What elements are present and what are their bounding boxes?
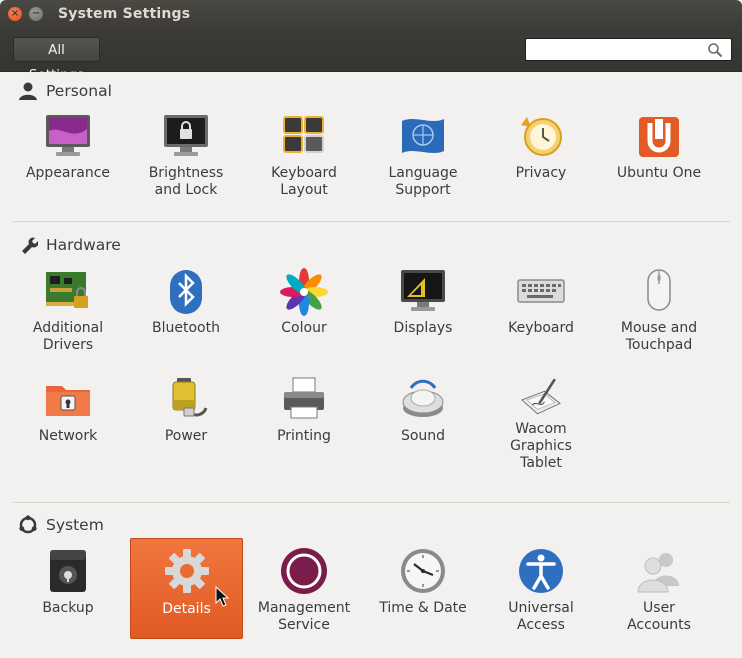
- item-sound[interactable]: Sound: [364, 372, 482, 472]
- printer-icon: [284, 377, 324, 419]
- all-settings-button[interactable]: All Settings: [13, 37, 100, 83]
- section-personal: Personal: [17, 79, 112, 103]
- minimize-button[interactable]: −: [29, 7, 43, 21]
- item-label: Displays: [393, 320, 453, 336]
- keyboard-icon: [517, 279, 565, 303]
- search-input[interactable]: [529, 40, 708, 61]
- item-time-date[interactable]: Time & Date: [364, 544, 482, 644]
- item-label: Backup: [42, 600, 94, 616]
- item-wacom[interactable]: Wacom Graphics Tablet: [482, 372, 600, 472]
- item-power[interactable]: Power: [127, 372, 245, 472]
- item-keyboard[interactable]: Keyboard: [482, 264, 600, 364]
- mouse-icon: [647, 269, 671, 311]
- item-label: Printing: [277, 428, 331, 444]
- item-colour[interactable]: Colour: [245, 264, 363, 364]
- bluetooth-icon: [170, 270, 202, 314]
- item-bluetooth[interactable]: Bluetooth: [127, 264, 245, 364]
- person-icon: [17, 80, 39, 102]
- item-label: Keyboard Layout: [271, 165, 337, 198]
- item-label: Additional Drivers: [32, 320, 104, 353]
- item-universal-access[interactable]: Universal Access: [482, 544, 600, 644]
- item-keyboard-layout[interactable]: Keyboard Layout: [245, 109, 363, 209]
- item-label: Mouse and Touchpad: [620, 320, 698, 353]
- network-icon: [46, 386, 90, 416]
- settings-content: Personal Appearance Brightness and Lock: [0, 72, 742, 658]
- sound-icon: [402, 379, 444, 417]
- language-support-icon: [402, 119, 444, 153]
- ubuntu-one-icon: [639, 117, 679, 157]
- item-label: Bluetooth: [152, 320, 220, 336]
- item-label: Language Support: [388, 165, 458, 198]
- title-bar: × − System Settings: [0, 0, 742, 29]
- accessibility-icon: [519, 549, 563, 593]
- item-management-service[interactable]: Management Service: [245, 544, 363, 644]
- section-system: System: [17, 513, 104, 537]
- item-label: User Accounts: [627, 600, 691, 633]
- item-privacy[interactable]: Privacy: [482, 109, 600, 209]
- item-label: Management Service: [257, 600, 351, 633]
- users-icon: [637, 553, 679, 593]
- item-appearance[interactable]: Appearance: [9, 109, 127, 209]
- appearance-icon: [46, 115, 90, 156]
- toolbar: All Settings: [0, 29, 742, 83]
- item-network[interactable]: Network: [9, 372, 127, 472]
- item-label: Keyboard: [508, 320, 574, 336]
- window-title: System Settings: [58, 6, 191, 22]
- item-label: Universal Access: [508, 600, 574, 633]
- section-hardware: Hardware: [17, 233, 121, 257]
- section-label: System: [46, 516, 104, 534]
- item-label: Wacom Graphics Tablet: [510, 421, 572, 471]
- close-icon: ×: [10, 8, 20, 19]
- displays-icon: [401, 270, 445, 311]
- keyboard-layout-icon: [283, 116, 324, 153]
- search-icon[interactable]: [707, 42, 723, 58]
- mouse-pointer-icon: [215, 586, 230, 607]
- gear-icon: [164, 549, 209, 593]
- section-label: Hardware: [46, 236, 121, 254]
- item-displays[interactable]: Displays: [364, 264, 482, 364]
- landscape-icon: [281, 548, 327, 594]
- item-label: Power: [164, 428, 208, 444]
- section-label: Personal: [46, 82, 112, 100]
- item-printing[interactable]: Printing: [245, 372, 363, 472]
- wacom-tablet-icon: [520, 378, 562, 415]
- brightness-lock-icon: [164, 115, 208, 156]
- search-box[interactable]: [525, 38, 732, 61]
- item-label: Ubuntu One: [616, 165, 702, 181]
- close-button[interactable]: ×: [8, 7, 22, 21]
- item-language-support[interactable]: Language Support: [364, 109, 482, 209]
- item-mouse-touchpad[interactable]: Mouse and Touchpad: [600, 264, 718, 364]
- item-label: Sound: [400, 428, 446, 444]
- item-backup[interactable]: Backup: [9, 544, 127, 644]
- additional-drivers-icon: [46, 272, 88, 308]
- system-icon: [17, 514, 39, 536]
- item-ubuntu-one[interactable]: Ubuntu One: [600, 109, 718, 209]
- item-label: Colour: [281, 320, 327, 336]
- wrench-icon: [17, 234, 39, 256]
- item-user-accounts[interactable]: User Accounts: [600, 544, 718, 644]
- item-label: Network: [38, 428, 98, 444]
- separator: [13, 221, 730, 222]
- power-icon: [172, 378, 208, 417]
- privacy-icon: [521, 117, 562, 156]
- item-label: Brightness and Lock: [148, 165, 224, 198]
- clock-icon: [401, 549, 445, 593]
- minimize-icon: −: [31, 8, 41, 19]
- item-additional-drivers[interactable]: Additional Drivers: [9, 264, 127, 364]
- colour-icon: [280, 268, 328, 316]
- item-label: Details: [162, 601, 211, 617]
- separator: [13, 502, 730, 503]
- item-label: Time & Date: [379, 600, 467, 616]
- item-brightness-lock[interactable]: Brightness and Lock: [127, 109, 245, 209]
- backup-icon: [50, 550, 86, 592]
- item-label: Privacy: [515, 165, 567, 181]
- item-label: Appearance: [25, 165, 111, 181]
